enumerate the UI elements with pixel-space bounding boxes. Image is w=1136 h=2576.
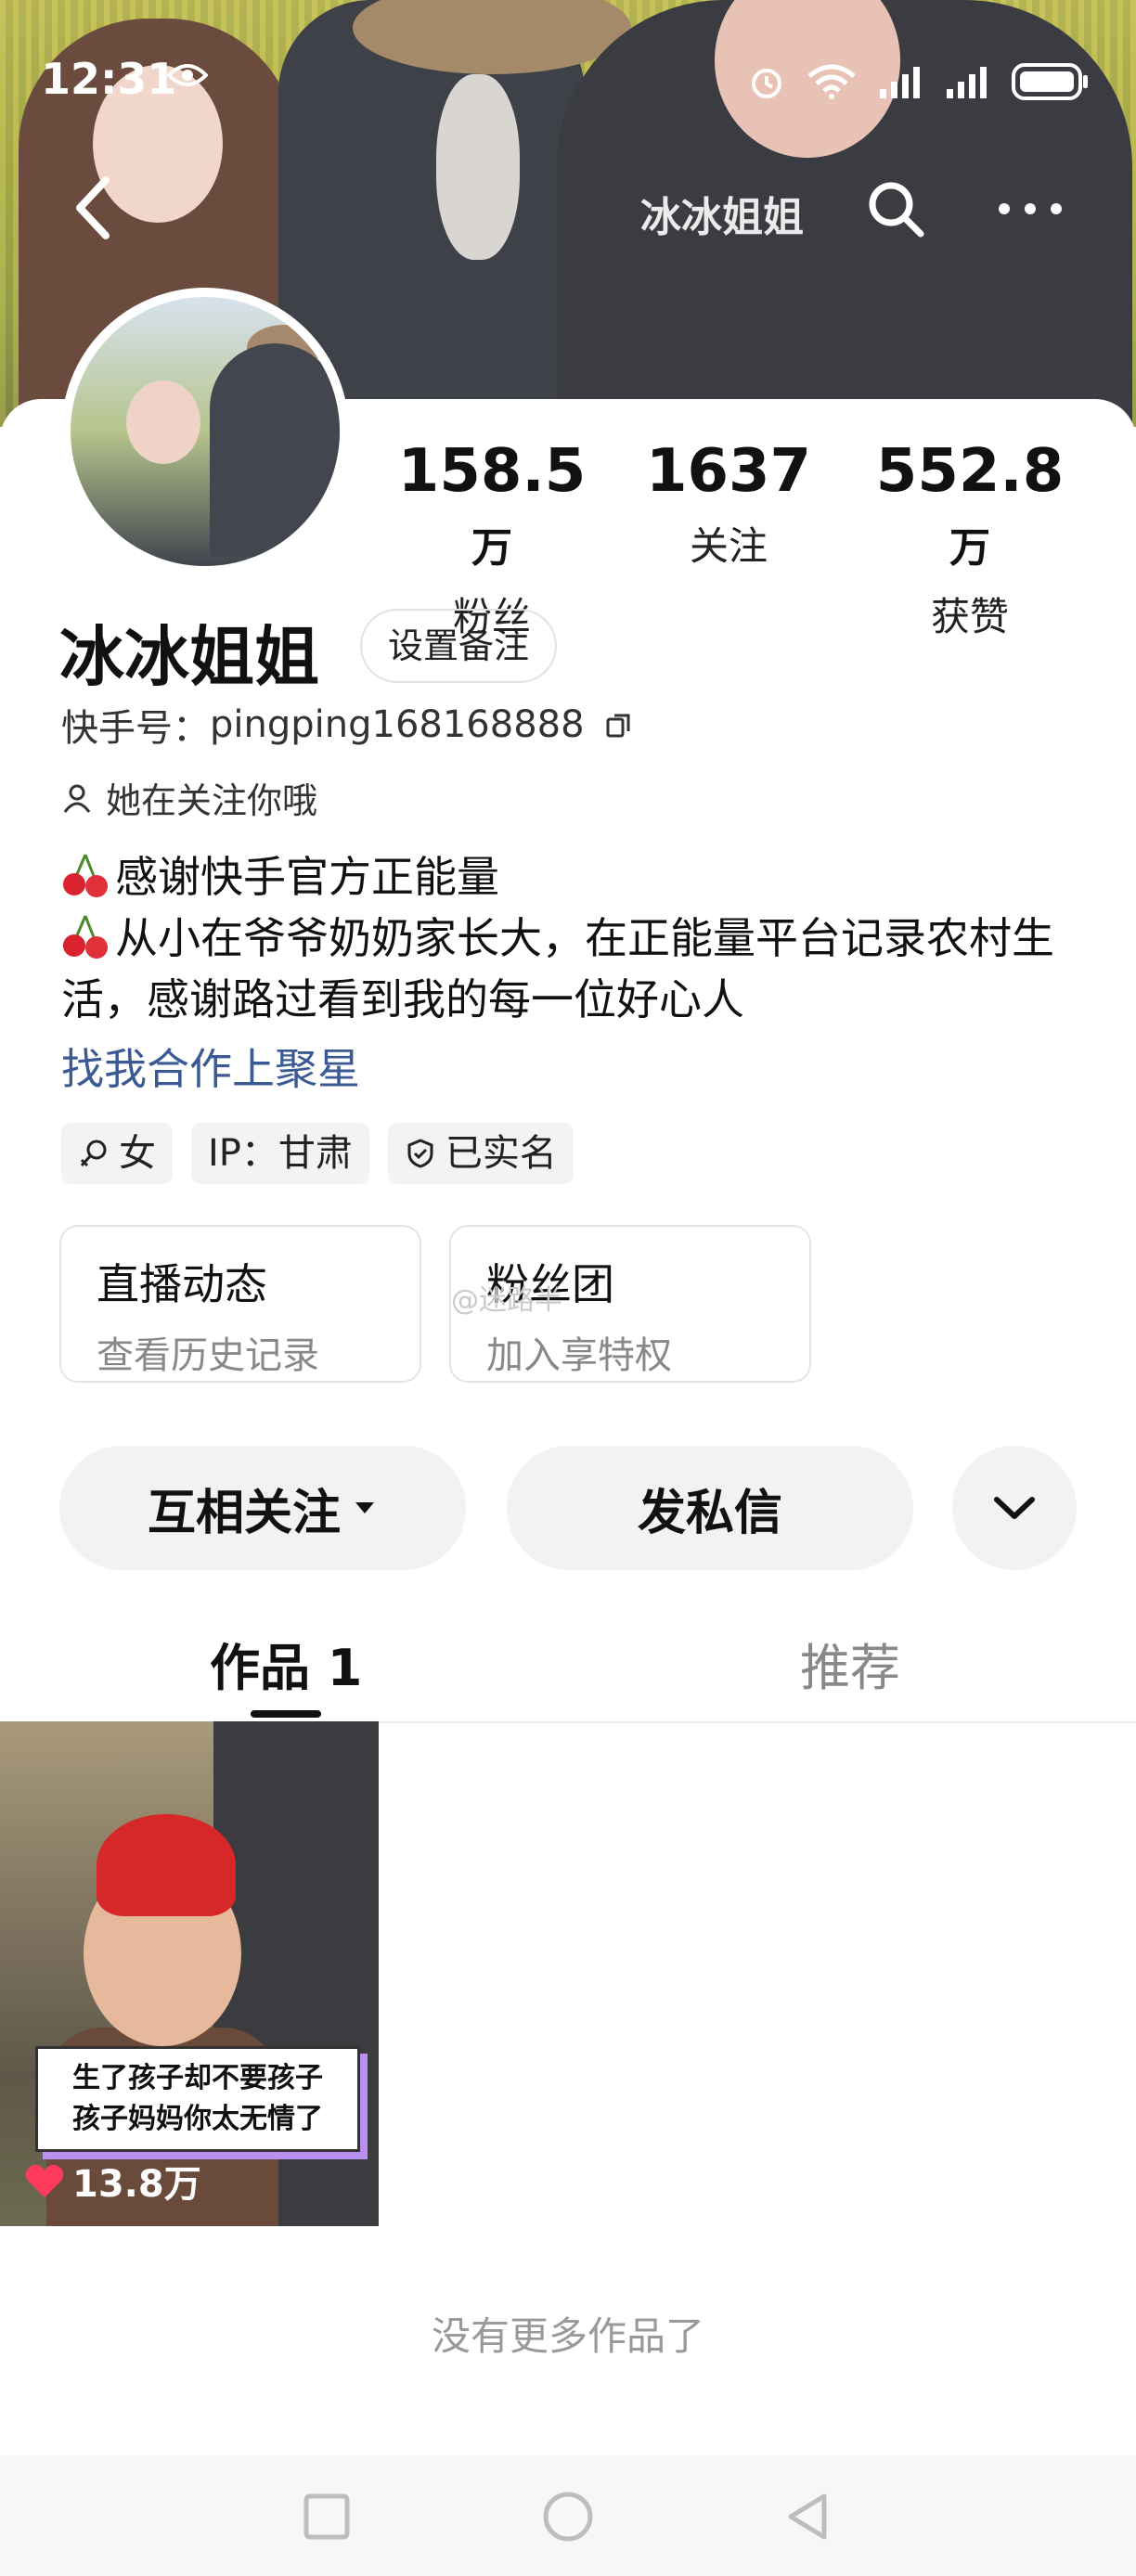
cooperation-link[interactable]: 找我合作上聚星	[61, 1036, 360, 1097]
more-icon[interactable]	[993, 186, 1067, 232]
alarm-icon	[752, 69, 781, 98]
work-item[interactable]: 生了孩子却不要孩子 孩子妈妈你太无情了 13.8万	[0, 1721, 379, 2226]
ip-tag: IP：甘肃	[191, 1123, 369, 1184]
stat-likes[interactable]: 552.8万 获赞	[863, 436, 1077, 642]
top-nav: 冰冰姐姐	[0, 167, 1136, 251]
female-icon	[80, 1140, 107, 1167]
live-history-box[interactable]: 直播动态 查看历史记录	[59, 1225, 421, 1383]
set-remark-button[interactable]: 设置备注	[360, 609, 558, 683]
eye-icon	[167, 64, 208, 86]
cherry-icon	[63, 915, 108, 959]
signal-icon	[880, 67, 920, 98]
heart-icon	[25, 2164, 64, 2197]
top-nav-title: 冰冰姐姐	[640, 194, 804, 241]
tab-works[interactable]: 作品 1	[210, 1627, 362, 1700]
bio: 感谢快手官方正能量 从小在爷爷奶奶家长大，在正能量平台记录农村生活，感谢路过看到…	[61, 852, 1054, 1024]
work-caption: 生了孩子却不要孩子 孩子妈妈你太无情了	[35, 2046, 360, 2152]
system-nav-bar	[0, 2455, 1136, 2576]
caret-down-icon	[355, 1502, 374, 1513]
person-icon	[63, 784, 91, 813]
content-tabs: 作品 1 推荐	[0, 1610, 1136, 1723]
wifi-icon	[807, 64, 856, 99]
fan-club-box[interactable]: 粉丝团 加入享特权 @迷路半	[449, 1225, 811, 1383]
tags-row: 女 IP：甘肃 已实名	[61, 1123, 574, 1184]
stat-following[interactable]: 1637 关注	[631, 436, 826, 572]
tab-indicator	[251, 1710, 321, 1718]
battery-icon	[1012, 63, 1088, 100]
home-icon[interactable]	[540, 2489, 596, 2544]
copy-icon[interactable]	[605, 711, 633, 739]
back-nav-icon[interactable]	[781, 2489, 837, 2544]
gender-tag: 女	[61, 1123, 173, 1184]
profile-name: 冰冰姐姐	[59, 619, 319, 695]
no-more-works: 没有更多作品了	[431, 2313, 704, 2359]
recents-icon[interactable]	[299, 2489, 355, 2544]
back-icon[interactable]	[67, 171, 123, 245]
kuaishou-id: 快手号： pingping168168888	[61, 698, 633, 752]
chevron-down-icon	[994, 1497, 1035, 1519]
avatar[interactable]	[61, 288, 349, 575]
mutual-follow-button[interactable]: 互相关注	[59, 1446, 466, 1570]
shield-check-icon	[407, 1139, 433, 1168]
signal-icon-2	[947, 67, 987, 98]
follows-you-note: 她在关注你哦	[61, 772, 317, 823]
search-icon[interactable]	[863, 176, 928, 241]
feature-boxes: 直播动态 查看历史记录 粉丝团 加入享特权 @迷路半	[59, 1225, 811, 1383]
kuaishou-id-value: pingping168168888	[210, 703, 585, 746]
verified-tag: 已实名	[387, 1123, 574, 1184]
watermark: @迷路半	[451, 1284, 562, 1317]
status-bar: 12:31	[0, 0, 1136, 104]
status-time: 12:31	[41, 54, 177, 104]
work-likes: 13.8万	[24, 2154, 201, 2208]
kuaishou-id-label: 快手号：	[61, 707, 210, 750]
expand-button[interactable]	[952, 1446, 1077, 1570]
tab-recommend[interactable]: 推荐	[800, 1627, 900, 1700]
send-message-button[interactable]: 发私信	[507, 1446, 913, 1570]
cherry-icon	[63, 854, 108, 897]
